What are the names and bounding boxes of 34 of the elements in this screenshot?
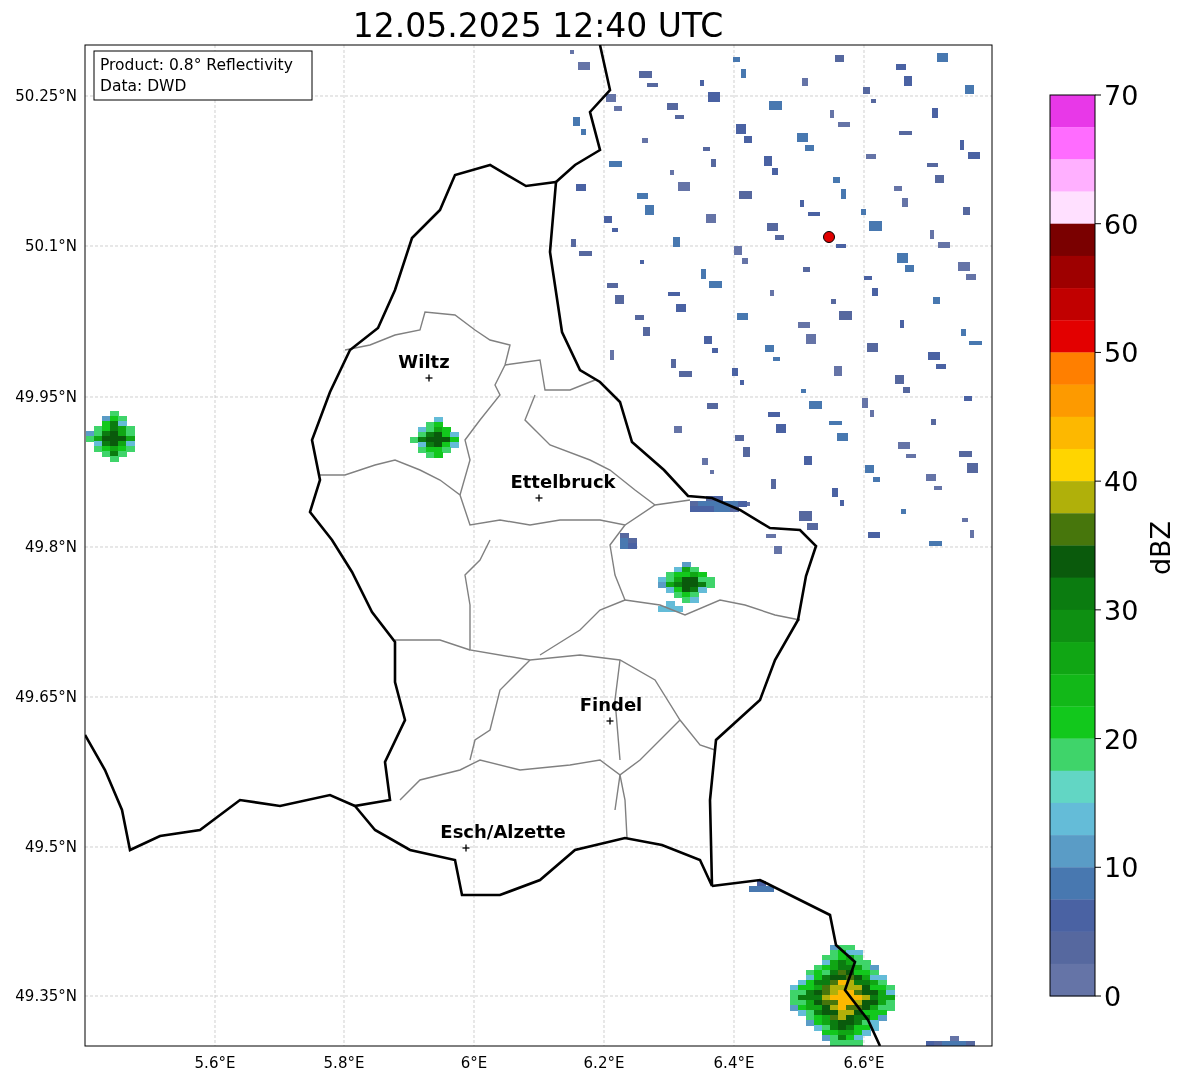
- city-label: Findel: [579, 694, 643, 715]
- colorbar-tick-label: 10: [1104, 852, 1139, 884]
- city-marker-icon: [534, 493, 544, 503]
- city-label: Esch/Alzette: [440, 821, 566, 842]
- radar-site-icon: [823, 231, 835, 243]
- latitude-label: 49.5°N: [24, 838, 77, 856]
- colorbar-tick-label: 40: [1104, 466, 1139, 498]
- latitude-label: 49.8°N: [24, 538, 77, 556]
- latitude-label: 49.35°N: [15, 987, 77, 1005]
- latitude-label: 50.25°N: [15, 87, 77, 105]
- longitude-label: 6.2°E: [583, 1054, 625, 1072]
- info-text: Product: 0.8° Reflectivity: [100, 56, 293, 74]
- city-label: Wiltz: [398, 351, 450, 372]
- colorbar-tick-label: 0: [1104, 981, 1122, 1012]
- colorbar-tick-label: 50: [1104, 337, 1139, 369]
- longitude-label: 6.4°E: [713, 1054, 755, 1072]
- info-text: Data: DWD: [100, 77, 187, 95]
- colorbar-tick-label: 30: [1104, 594, 1139, 626]
- longitude-label: 6°E: [460, 1054, 488, 1072]
- colorbar-tick-label: 70: [1104, 80, 1139, 111]
- longitude-label: 5.8°E: [323, 1054, 365, 1072]
- city-label: Ettelbruck: [510, 471, 616, 492]
- figure-title: 12.05.2025 12:40 UTC: [352, 6, 724, 45]
- latitude-label: 49.65°N: [15, 688, 77, 706]
- city-marker-icon: [605, 716, 615, 726]
- longitude-label: 5.6°E: [194, 1054, 236, 1072]
- city-marker-icon: [424, 373, 434, 383]
- colorbar-tick-label: 60: [1104, 208, 1139, 240]
- latitude-label: 50.1°N: [24, 237, 77, 255]
- latitude-label: 49.95°N: [15, 388, 77, 406]
- longitude-label: 6.6°E: [843, 1054, 885, 1072]
- city-marker-icon: [461, 843, 471, 853]
- colorbar-label: dBZ: [1145, 520, 1176, 576]
- colorbar-tick-label: 20: [1104, 723, 1139, 755]
